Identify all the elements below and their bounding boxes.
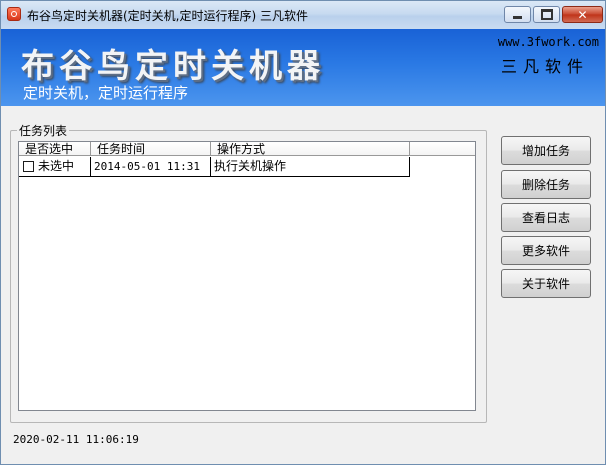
task-group-label: 任务列表 bbox=[17, 122, 70, 139]
more-software-button[interactable]: 更多软件 bbox=[501, 236, 591, 265]
view-log-button[interactable]: 查看日志 bbox=[501, 203, 591, 232]
close-icon: ✕ bbox=[577, 7, 588, 22]
main-window: 布谷鸟定时关机器(定时关机,定时运行程序) 三凡软件 ✕ 布谷鸟定时关机器 定时… bbox=[0, 0, 606, 465]
delete-task-button[interactable]: 删除任务 bbox=[501, 170, 591, 199]
minimize-button[interactable] bbox=[504, 6, 531, 23]
column-header-action[interactable]: 操作方式 bbox=[211, 142, 410, 156]
row-time: 2014-05-01 11:31 bbox=[91, 157, 211, 177]
table-row[interactable]: 未选中 2014-05-01 11:31 执行关机操作 bbox=[19, 157, 410, 177]
task-list[interactable]: 是否选中 任务时间 操作方式 未选中 2014-05-01 11:31 执行关机… bbox=[18, 141, 476, 411]
banner-subtitle: 定时关机，定时运行程序 bbox=[23, 84, 189, 102]
window-title: 布谷鸟定时关机器(定时关机,定时运行程序) 三凡软件 bbox=[27, 9, 308, 23]
row-checkbox[interactable] bbox=[23, 161, 34, 172]
row-select-cell[interactable]: 未选中 bbox=[19, 157, 91, 177]
banner-website: www.3fwork.com bbox=[497, 35, 599, 49]
maximize-icon bbox=[540, 9, 553, 20]
about-button[interactable]: 关于软件 bbox=[501, 269, 591, 298]
minimize-icon bbox=[513, 16, 522, 19]
maximize-button[interactable] bbox=[533, 6, 560, 23]
add-task-button[interactable]: 增加任务 bbox=[501, 136, 591, 165]
column-header-empty bbox=[410, 142, 475, 156]
banner-brand: 三凡软件 bbox=[500, 57, 589, 76]
task-list-header: 是否选中 任务时间 操作方式 bbox=[19, 142, 475, 157]
title-bar[interactable]: 布谷鸟定时关机器(定时关机,定时运行程序) 三凡软件 ✕ bbox=[1, 1, 605, 30]
column-header-time[interactable]: 任务时间 bbox=[91, 142, 211, 156]
close-button[interactable]: ✕ bbox=[562, 6, 603, 23]
banner: 布谷鸟定时关机器 定时关机，定时运行程序 www.3fwork.com 三凡软件 bbox=[1, 29, 605, 106]
row-select-label: 未选中 bbox=[38, 159, 75, 173]
app-icon[interactable] bbox=[7, 7, 21, 21]
row-action: 执行关机操作 bbox=[211, 157, 410, 177]
column-header-selected[interactable]: 是否选中 bbox=[19, 142, 91, 156]
status-datetime: 2020-02-11 11:06:19 bbox=[13, 433, 139, 446]
banner-title: 布谷鸟定时关机器 bbox=[21, 46, 325, 85]
